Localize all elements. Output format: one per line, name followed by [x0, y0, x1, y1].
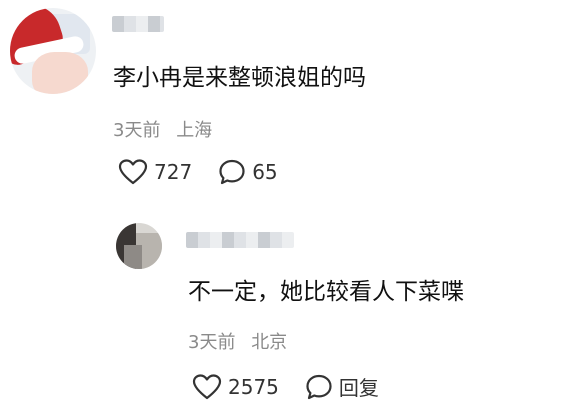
- like-button[interactable]: 727: [118, 159, 192, 185]
- replier-avatar[interactable]: [116, 223, 162, 269]
- reply-like-count: 2575: [228, 374, 279, 399]
- comment-meta: 3天前 上海: [113, 116, 212, 142]
- reply-button[interactable]: 回复: [305, 372, 379, 401]
- reply-count: 65: [252, 160, 278, 184]
- speech-bubble-icon: [305, 373, 333, 401]
- like-count: 727: [154, 160, 193, 184]
- reply-label: 回复: [338, 376, 379, 400]
- reply-location: 北京: [251, 332, 288, 353]
- commenter-avatar[interactable]: [10, 8, 96, 94]
- reply-like-button[interactable]: 2575: [192, 373, 279, 400]
- comment-time: 3天前: [113, 120, 161, 141]
- comment-button[interactable]: 65: [218, 158, 278, 186]
- speech-bubble-icon: [218, 158, 246, 186]
- commenter-name-blurred[interactable]: [112, 16, 164, 32]
- replier-name-blurred[interactable]: [186, 232, 294, 248]
- reply-text: 不一定，她比较看人下菜喋: [188, 279, 464, 305]
- comment-actions: 727 65: [118, 158, 278, 186]
- heart-outline-icon: [192, 373, 222, 400]
- comment-location: 上海: [176, 120, 213, 141]
- comment-text: 李小冉是来整顿浪姐的吗: [113, 65, 366, 91]
- reply-meta: 3天前 北京: [188, 328, 287, 354]
- heart-outline-icon: [118, 159, 148, 185]
- reply-time: 3天前: [188, 332, 236, 353]
- reply-actions: 2575 回复: [192, 372, 379, 401]
